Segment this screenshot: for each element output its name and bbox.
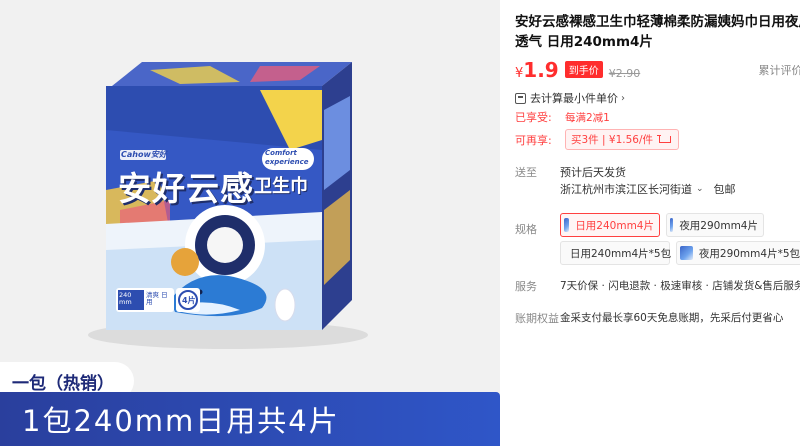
product-title-line1: 安好云感裸感卫生巾轻薄棉柔防漏姨妈巾日用夜用干爽 xyxy=(515,14,800,30)
product-info-panel: 安好云感裸感卫生巾轻薄棉柔防漏姨妈巾日用夜用干爽 透气 日用240mm4片 ¥ … xyxy=(503,0,800,446)
spec-option-day-240-4[interactable]: 日用240mm4片 xyxy=(560,213,660,237)
product-title: 安好云感裸感卫生巾轻薄棉柔防漏姨妈巾日用夜用干爽 透气 日用240mm4片 xyxy=(515,12,800,52)
original-price: ¥2.90 xyxy=(608,67,641,80)
product-title-line2: 透气 日用240mm4片 xyxy=(515,34,653,50)
chevron-right-icon: › xyxy=(621,92,625,104)
credit-text: 金采支付最长享60天免息账期，先采后付更省心 xyxy=(560,312,784,324)
available-discount-row: 可再享: 买3件 | ¥1.56/件 xyxy=(515,129,679,150)
price-row: ¥ 1.9 到手价 ¥2.90 累计评价 0 xyxy=(515,58,800,82)
pack-name: 安好云感 xyxy=(118,169,254,208)
pack-subname: 卫生巾 xyxy=(254,176,308,197)
spec-thumbnail xyxy=(564,218,570,232)
spec-thumbnail xyxy=(670,218,674,232)
available-discount-label: 可再享: xyxy=(515,133,552,147)
spec-thumbnail xyxy=(680,246,693,260)
spec-option-night-290-4x5[interactable]: 夜用290mm4片*5包 xyxy=(676,241,800,265)
spec-label: 规格 xyxy=(515,223,537,236)
pack-size: 240 mm xyxy=(119,291,132,306)
shipping-address-row: 浙江杭州市滨江区长河街道 ⌄ 包邮 xyxy=(560,181,736,197)
spec-option-label: 夜用290mm4片*5包 xyxy=(698,247,800,260)
price-symbol: ¥ xyxy=(515,66,524,81)
spec-option-label: 日用240mm4片*5包 xyxy=(570,247,672,260)
spec-option-day-240-4x5[interactable]: 日用240mm4片*5包 xyxy=(560,241,672,265)
credit-label: 账期权益 xyxy=(515,312,559,325)
service-label: 服务 xyxy=(515,280,537,293)
price-value: 1.9 xyxy=(523,58,559,82)
cart-icon xyxy=(657,133,673,147)
calculator-icon xyxy=(515,92,526,104)
enjoyed-discount-value: 每满2减1 xyxy=(565,111,610,124)
pack-type: 清爽 日用 xyxy=(146,291,168,306)
shipping-estimate: 预计后天发货 xyxy=(560,166,626,179)
final-price-badge: 到手价 xyxy=(564,60,603,78)
buy-more-label: 买3件 | ¥1.56/件 xyxy=(571,134,653,146)
pack-brand: Cahow安好 xyxy=(121,150,167,159)
enjoyed-discount-label: 已享受: xyxy=(515,111,552,124)
shipping-address-selector[interactable]: 浙江杭州市滨江区长河街道 xyxy=(560,181,692,197)
review-count-link[interactable]: 累计评价 0 xyxy=(759,62,800,78)
free-shipping-text: 包邮 xyxy=(713,183,736,196)
pack-count: 4片 xyxy=(182,296,196,305)
pack-tag: Comfort experience xyxy=(265,149,309,166)
shipping-label: 送至 xyxy=(515,166,537,179)
spec-option-night-290-4[interactable]: 夜用290mm4片 xyxy=(666,213,764,237)
service-list[interactable]: 7天价保 · 闪电退款 · 极速审核 · 店铺发货&售后服务 · 支持7天 xyxy=(560,278,800,293)
spec-option-label: 夜用290mm4片 xyxy=(679,219,758,232)
buy-more-button[interactable]: 买3件 | ¥1.56/件 xyxy=(565,129,679,150)
promo-bar: 1包240mm日用共4片 xyxy=(0,392,500,446)
spec-option-label: 日用240mm4片 xyxy=(575,219,654,232)
unit-price-calculator-link[interactable]: 去计算最小件单价 › xyxy=(515,90,625,106)
product-gallery[interactable]: Cahow安好 安好云感 卫生巾 Comfort experience 240 … xyxy=(0,0,500,446)
enjoyed-discount-row: 已享受: 每满2减1 xyxy=(515,109,610,125)
unit-price-calculator-label: 去计算最小件单价 xyxy=(530,92,618,105)
chevron-down-icon[interactable]: ⌄ xyxy=(696,184,704,194)
